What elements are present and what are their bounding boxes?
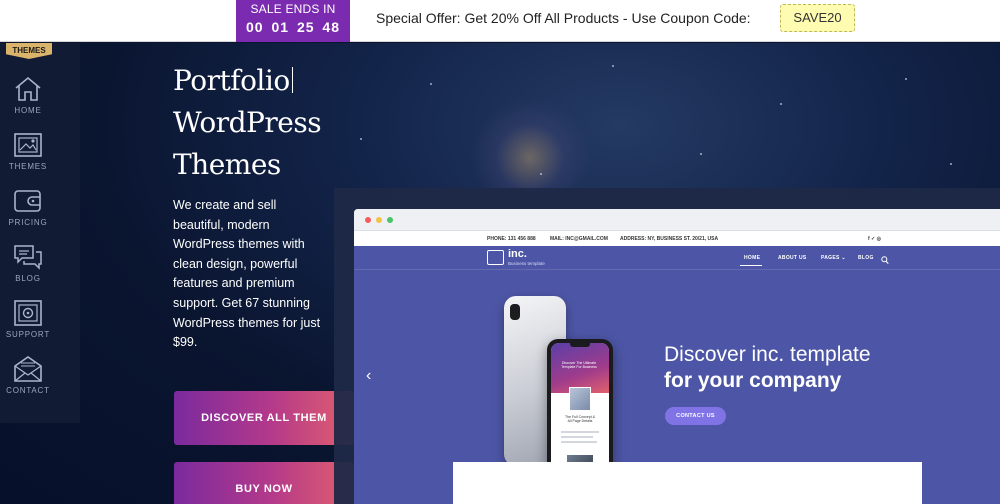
buy-now-button[interactable]: BUY NOW (174, 462, 354, 504)
star (360, 138, 362, 140)
star (950, 163, 952, 165)
star (540, 173, 542, 175)
headline-line-2: for your company (664, 368, 871, 394)
site-topbar: PHONE: 131 456 888 MAIL: INC@GMAIL.COM A… (354, 231, 1000, 246)
chat-icon (0, 243, 56, 271)
title-line: Portfolio (173, 64, 290, 97)
title-line: Themes (173, 148, 281, 181)
sale-label: SALE ENDS IN (250, 2, 336, 16)
site-phone: PHONE: 131 456 888 (487, 236, 536, 242)
active-indicator (740, 265, 762, 266)
social-icons[interactable]: f ✓ ◎ (868, 236, 881, 242)
browser-chrome (354, 209, 1000, 231)
envelope-icon (0, 355, 56, 383)
sidebar-item-label: BLOG (15, 274, 41, 283)
sidebar-item-pricing[interactable]: PRICING (0, 187, 56, 227)
chevron-left-icon[interactable]: ‹ (366, 367, 371, 385)
phone-notch (570, 343, 590, 347)
home-icon (0, 75, 56, 103)
headline-line-1: Discover inc. template (664, 343, 871, 366)
site-hero: inc. Business template HOME ABOUT US PAG… (354, 246, 1000, 504)
site-logo[interactable]: inc. (508, 248, 527, 260)
site-nav-pages[interactable]: PAGES ⌄ (821, 255, 846, 261)
sidebar-nav: THEMES HOME THEMES PRICING BLOG SUPPORT (0, 43, 80, 423)
briefcase-icon (487, 250, 504, 265)
star (700, 153, 702, 155)
text-line (561, 431, 599, 433)
phone-screen-image (569, 387, 591, 411)
contact-us-button[interactable]: CONTACT US (665, 407, 726, 425)
offer-text: Special Offer: Get 20% Off All Products … (376, 10, 751, 26)
sidebar-item-label: SUPPORT (5, 330, 51, 339)
site-address: ADDRESS: NY, BUSINESS ST. 20/21, USA (620, 236, 719, 242)
star (612, 65, 614, 67)
browser-mockup: PHONE: 131 456 888 MAIL: INC@GMAIL.COM A… (354, 209, 1000, 504)
search-icon[interactable] (881, 252, 889, 270)
page-title: Portfolio WordPress Themes (173, 60, 322, 186)
sidebar-item-label: THEMES (8, 162, 48, 171)
headline-line-2-text: for your company (664, 369, 842, 392)
promo-bar: SALE ENDS IN 00 01 25 48 Special Offer: … (0, 0, 1000, 42)
site-headline: Discover inc. template for your company (664, 342, 871, 394)
sidebar-item-support[interactable]: SUPPORT (0, 299, 56, 339)
coupon-code[interactable]: SAVE20 (780, 4, 855, 32)
title-line: WordPress (173, 106, 322, 139)
sidebar-item-contact[interactable]: CONTACT (0, 355, 56, 395)
text-line (561, 436, 593, 438)
minimize-dot-icon (376, 217, 382, 223)
countdown-timer: 00 01 25 48 (246, 19, 340, 35)
site-nav-home[interactable]: HOME (744, 255, 760, 261)
wallet-icon (0, 187, 56, 215)
camera-icon (510, 304, 520, 320)
maximize-dot-icon (387, 217, 393, 223)
star (430, 83, 432, 85)
star (780, 103, 782, 105)
phone-screen-title: Discover The Ultimate Template For Busin… (561, 361, 597, 369)
close-dot-icon (365, 217, 371, 223)
sidebar-item-home[interactable]: HOME (0, 75, 56, 115)
sale-countdown: SALE ENDS IN 00 01 25 48 (236, 0, 350, 42)
safe-icon (0, 299, 56, 327)
sidebar-item-label: PRICING (8, 218, 48, 227)
discover-all-button[interactable]: DISCOVER ALL THEM (174, 391, 354, 445)
sidebar-item-label: CONTACT (6, 386, 50, 395)
typing-caret (291, 67, 293, 93)
site-logo-tagline: Business template (508, 261, 545, 266)
themes-badge[interactable]: THEMES (6, 43, 52, 59)
star (905, 78, 907, 80)
sidebar-item-blog[interactable]: BLOG (0, 243, 56, 283)
sidebar-item-label: HOME (14, 106, 42, 115)
sidebar-item-themes[interactable]: THEMES (0, 131, 56, 171)
site-nav-blog[interactable]: BLOG (858, 255, 874, 261)
text-line (561, 441, 597, 443)
phone-screen-caption: The Full Concept & All Page Details (565, 415, 595, 423)
hero-description: We create and sell beautiful, modern Wor… (173, 198, 321, 350)
site-nav-about[interactable]: ABOUT US (778, 255, 807, 261)
image-icon (0, 131, 56, 159)
site-navbar: inc. Business template HOME ABOUT US PAG… (354, 246, 1000, 270)
content-card (453, 462, 922, 504)
site-mail: MAIL: INC@GMAIL.COM (550, 236, 608, 242)
